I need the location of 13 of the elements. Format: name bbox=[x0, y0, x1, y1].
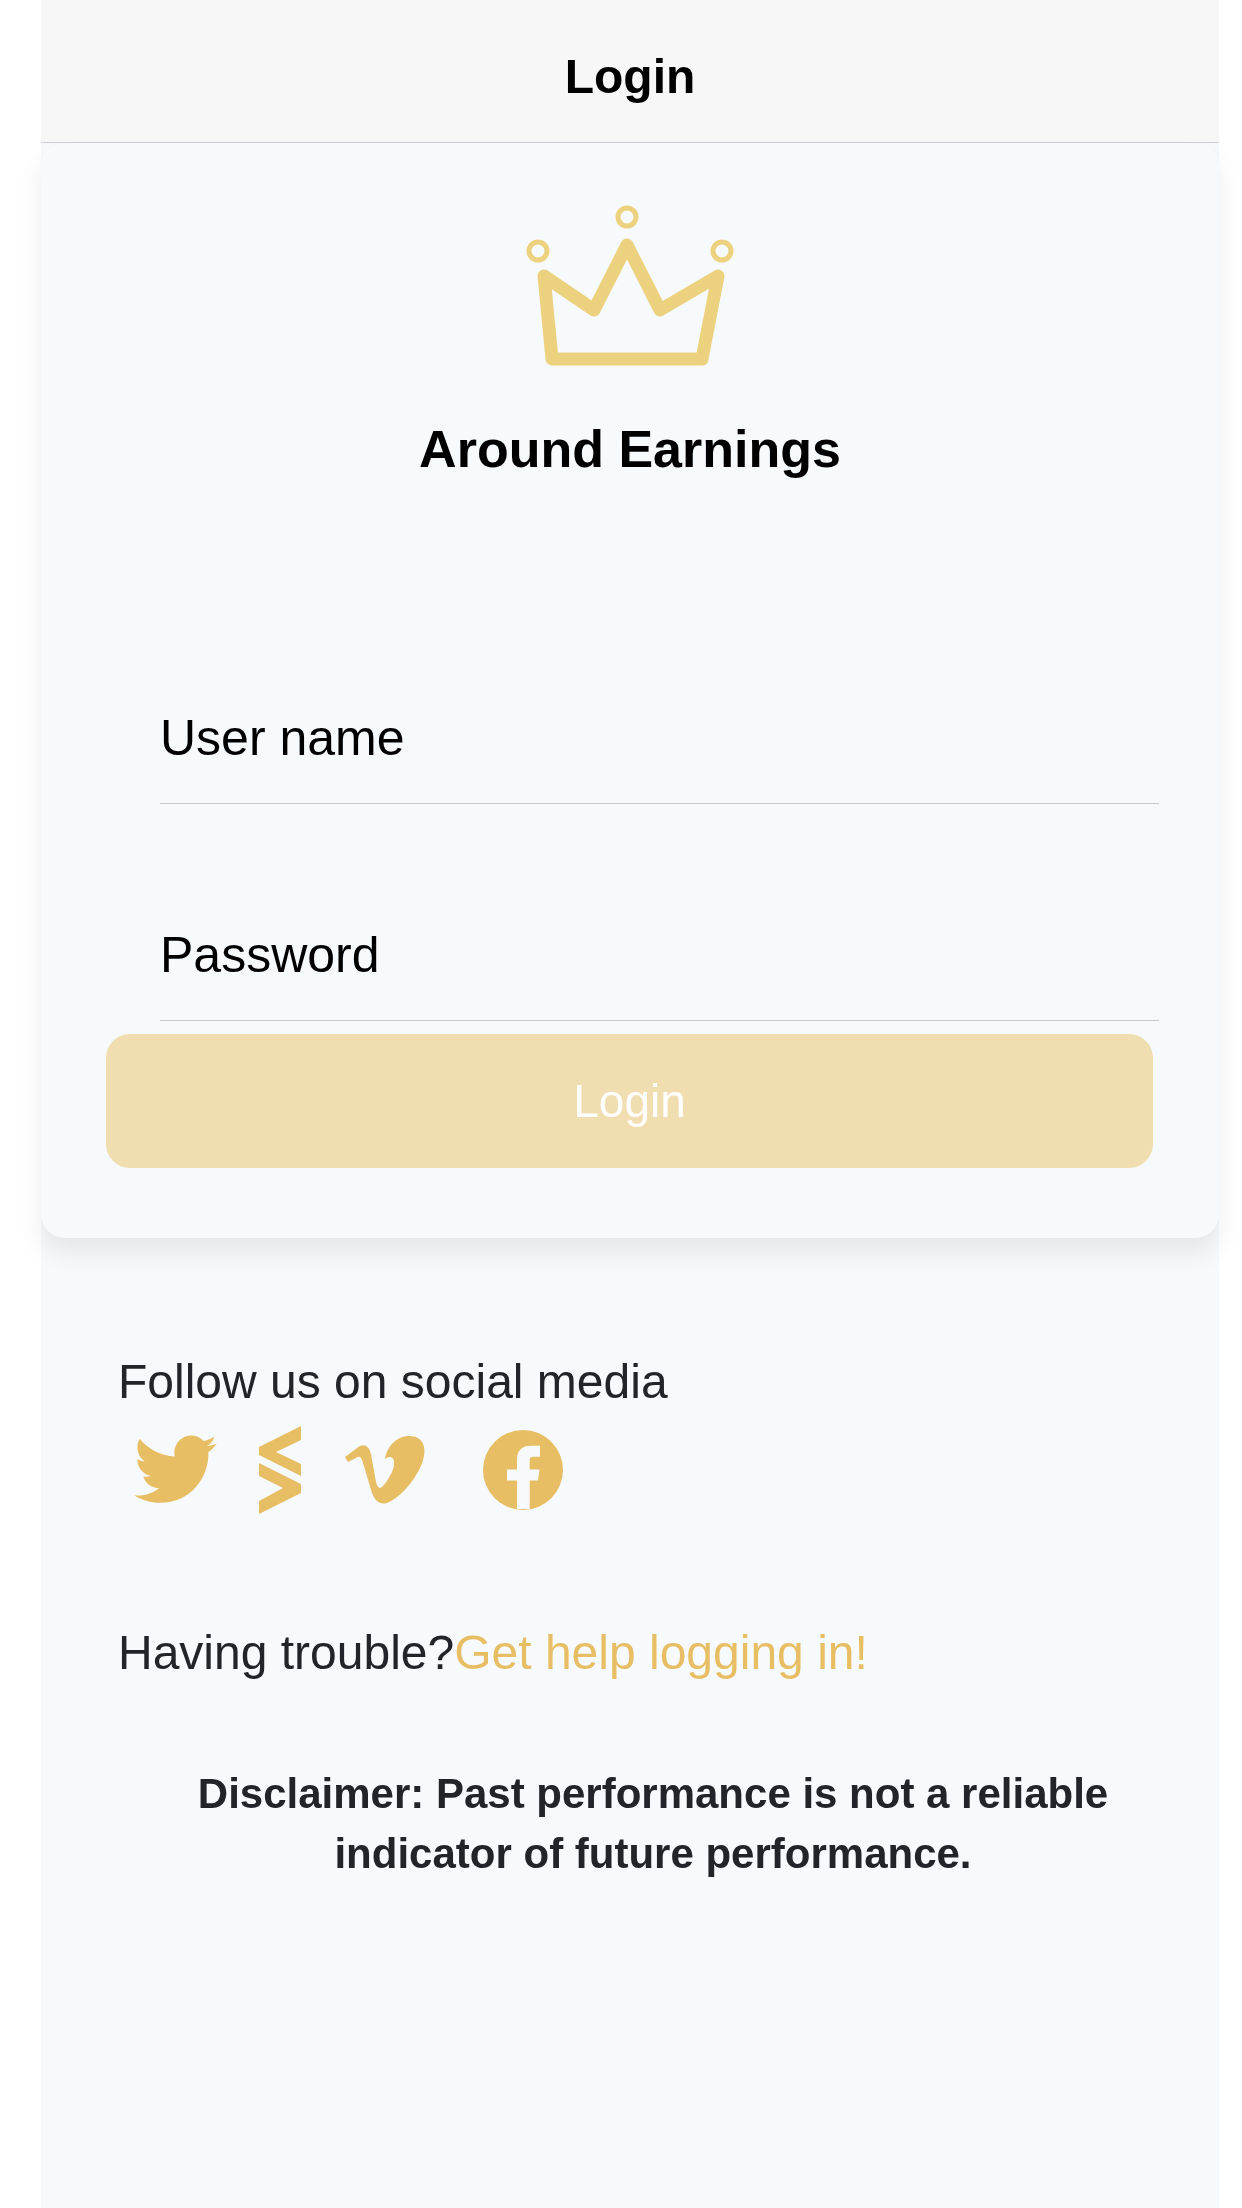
social-heading: Follow us on social media bbox=[118, 1354, 669, 1410]
app-name: Around Earnings bbox=[419, 419, 841, 479]
f-circle-icon[interactable] bbox=[483, 1429, 563, 1510]
chevrons-icon[interactable] bbox=[259, 1425, 301, 1514]
disclaimer-text: Disclaimer: Past performance is not a reliable indicator of future performance. bbox=[196, 1769, 1110, 1879]
input-field[interactable]: User name bbox=[160, 672, 1159, 804]
v-logo-icon[interactable] bbox=[345, 1435, 425, 1504]
input-field[interactable]: Password bbox=[160, 889, 1159, 1021]
crown-icon bbox=[524, 203, 736, 368]
page-title: Login bbox=[564, 49, 696, 105]
help-link[interactable]: Get help logging in! bbox=[454, 1626, 868, 1679]
help-text: Having trouble?Get help logging in! bbox=[118, 1625, 869, 1681]
bird-icon[interactable] bbox=[132, 1434, 217, 1505]
